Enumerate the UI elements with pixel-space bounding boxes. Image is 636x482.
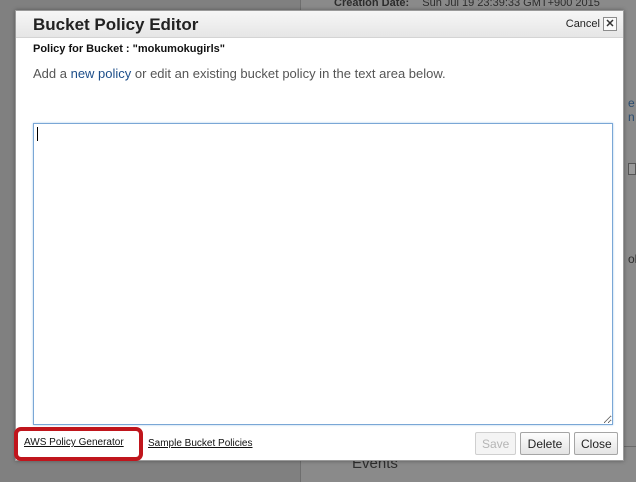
background-edge-text: ol (628, 252, 636, 266)
dialog-title: Bucket Policy Editor (33, 15, 199, 34)
background-edge-checkbox (628, 163, 636, 175)
policy-text-area[interactable] (33, 123, 613, 425)
close-button[interactable]: Close (574, 432, 618, 455)
instructions-after: or edit an existing bucket policy in the… (131, 66, 446, 81)
instructions-text: Add a new policy or edit an existing buc… (33, 66, 446, 81)
new-policy-link[interactable]: new policy (71, 66, 132, 81)
background-edge-link: n (628, 110, 635, 124)
delete-button[interactable]: Delete (520, 432, 570, 455)
close-icon[interactable]: ✕ (603, 17, 617, 31)
creation-date-label: Creation Date: (334, 0, 410, 8)
bucket-policy-dialog: Bucket Policy Editor Cancel ✕ Policy for… (14, 10, 624, 461)
sample-bucket-policies-link[interactable]: Sample Bucket Policies (148, 438, 253, 449)
save-button[interactable]: Save (475, 432, 516, 455)
dialog-header: Bucket Policy Editor Cancel ✕ (16, 11, 623, 38)
cancel-button[interactable]: Cancel ✕ (566, 16, 617, 32)
background-edge-link: e (628, 96, 635, 110)
aws-policy-generator-link[interactable]: AWS Policy Generator (24, 437, 124, 448)
background-creation-date: Creation Date: Sun Jul 19 23:39:33 GMT+9… (334, 0, 600, 8)
creation-date-value: Sun Jul 19 23:39:33 GMT+900 2015 (422, 0, 600, 8)
instructions-before: Add a (33, 66, 71, 81)
cancel-label[interactable]: Cancel (566, 18, 600, 30)
text-caret (37, 127, 38, 141)
policy-bucket-heading: Policy for Bucket : "mokumokugirls" (33, 43, 225, 55)
